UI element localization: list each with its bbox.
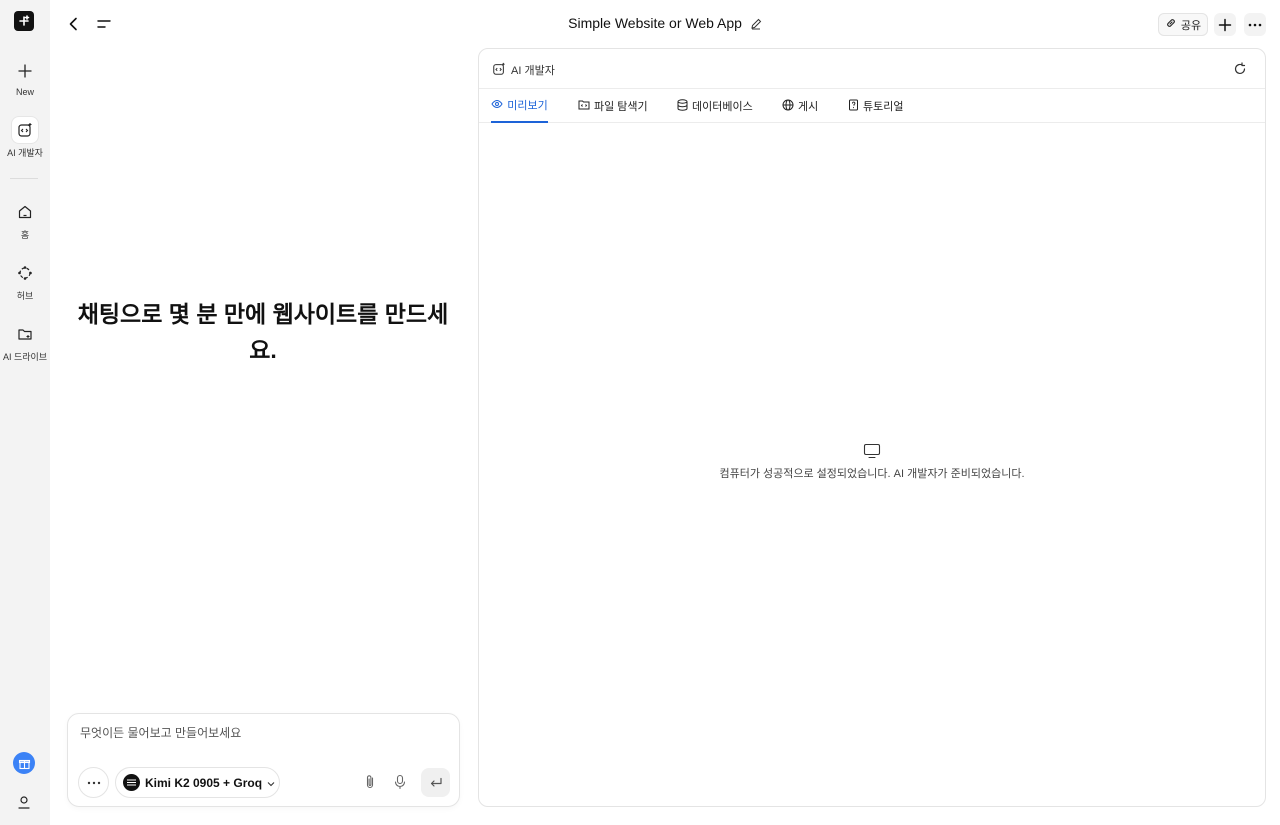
folder-icon [12, 321, 38, 347]
share-label: 공유 [1180, 19, 1202, 32]
share-button[interactable]: 공유 [1158, 13, 1208, 36]
home-icon [12, 199, 38, 225]
more-options-icon[interactable] [1244, 13, 1266, 36]
plus-icon [12, 58, 38, 84]
rail-item-ai-drive[interactable]: AI 드라이브 [0, 321, 50, 363]
tab-label: 게시 [798, 101, 819, 113]
ai-developer-panel: AI 개발자 미리보기 파일 탐색기 데이터베이스 게시 튜토리얼 컴퓨터가 성… [478, 48, 1266, 807]
tab-database[interactable]: 데이터베이스 [677, 89, 753, 123]
rail-item-label: AI 드라이브 [2, 352, 48, 362]
tab-label: 데이터베이스 [692, 101, 753, 113]
rail-item-label: AI 개발자 [7, 148, 43, 158]
chat-input[interactable] [80, 726, 440, 740]
top-bar: Simple Website or Web App 공유 [50, 0, 1280, 48]
app-root: New AI 개발자 홈 허브 AI 드라이브 Simple Website o… [0, 0, 1280, 825]
rail-item-hub[interactable]: 허브 [0, 260, 50, 302]
more-tools-button[interactable] [78, 767, 109, 798]
rail-item-label: 홈 [20, 230, 30, 240]
attach-paperclip-icon[interactable] [360, 772, 380, 792]
rail-item-label: 허브 [16, 291, 34, 301]
panel-header: AI 개발자 [479, 49, 1265, 89]
code-sparkle-icon [491, 61, 507, 77]
edit-pencil-icon[interactable] [750, 17, 762, 33]
gift-icon[interactable] [13, 752, 35, 774]
rail-divider [10, 178, 38, 179]
panel-title: AI 개발자 [511, 65, 555, 77]
tab-label: 튜토리얼 [863, 101, 904, 113]
model-label: Kimi K2 0905 + Groq [145, 775, 263, 790]
rail-item-ai-developer[interactable]: AI 개발자 [0, 117, 50, 159]
book-icon [848, 99, 859, 114]
status-message: 컴퓨터가 성공적으로 설정되었습니다. AI 개발자가 준비되었습니다. [719, 468, 1025, 480]
code-sparkle-icon [12, 117, 38, 143]
rail-item-new[interactable]: New [0, 58, 50, 97]
refresh-icon[interactable] [1231, 60, 1249, 78]
chevron-down-icon [267, 776, 275, 790]
chat-composer: Kimi K2 0905 + Groq [67, 713, 460, 807]
link-icon [1165, 17, 1177, 32]
page-title[interactable]: Simple Website or Web App [50, 15, 1280, 33]
tab-file-explorer[interactable]: 파일 탐색기 [578, 89, 648, 123]
rail-item-home[interactable]: 홈 [0, 199, 50, 241]
tab-preview[interactable]: 미리보기 [491, 89, 548, 123]
tab-publish[interactable]: 게시 [782, 89, 818, 123]
project-title: Simple Website or Web App [568, 15, 742, 31]
database-icon [677, 98, 688, 114]
monitor-icon [863, 443, 881, 459]
hub-icon [12, 260, 38, 286]
model-selector[interactable]: Kimi K2 0905 + Groq [115, 767, 280, 798]
panel-tabs: 미리보기 파일 탐색기 데이터베이스 게시 튜토리얼 [479, 89, 1265, 123]
preview-empty-state: 컴퓨터가 성공적으로 설정되었습니다. AI 개발자가 준비되었습니다. [479, 443, 1265, 481]
left-rail: New AI 개발자 홈 허브 AI 드라이브 [0, 0, 50, 825]
globe-icon [782, 99, 794, 114]
ellipsis-icon [87, 781, 100, 784]
send-button[interactable] [421, 768, 450, 797]
enter-arrow-icon [430, 777, 442, 787]
new-chat-plus-icon[interactable] [1214, 13, 1236, 36]
user-profile-icon[interactable] [14, 792, 34, 812]
tab-tutorial[interactable]: 튜토리얼 [848, 89, 903, 123]
microphone-icon[interactable] [390, 772, 410, 792]
tab-label: 미리보기 [507, 100, 548, 112]
rail-item-label: New [15, 87, 34, 97]
model-logo-icon [123, 774, 140, 791]
eye-icon [491, 99, 503, 112]
app-logo-icon[interactable] [14, 11, 34, 31]
folder-code-icon [578, 99, 590, 113]
tab-label: 파일 탐색기 [594, 101, 648, 113]
hero-heading: 채팅으로 몇 분 만에 웹사이트를 만드세요. [77, 301, 449, 363]
